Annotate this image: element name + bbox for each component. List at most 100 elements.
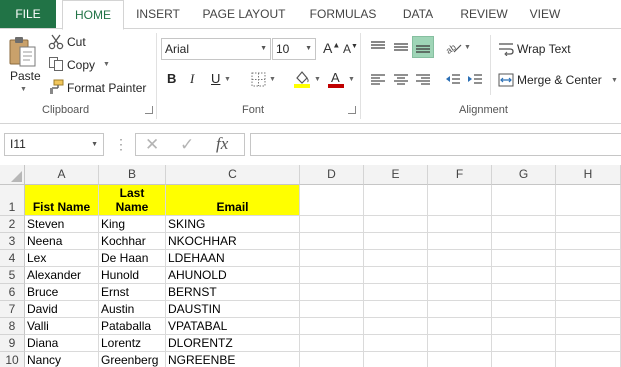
cell[interactable] <box>492 301 556 318</box>
font-size-select[interactable]: 10 ▼ <box>272 38 316 60</box>
cell-email[interactable]: NGREENBE <box>166 352 300 367</box>
cell[interactable] <box>556 318 621 335</box>
column-header-b[interactable]: B <box>99 165 166 185</box>
cell-email[interactable]: DAUSTIN <box>166 301 300 318</box>
cell-last-name[interactable]: King <box>99 216 166 233</box>
cell[interactable] <box>492 352 556 367</box>
row-header-9[interactable]: 9 <box>0 335 25 352</box>
bold-button[interactable]: B <box>167 71 176 86</box>
cell-first-name[interactable]: Steven <box>25 216 99 233</box>
cell[interactable] <box>364 301 428 318</box>
cell-first-name[interactable]: Bruce <box>25 284 99 301</box>
cell[interactable] <box>364 352 428 367</box>
increase-font-size-icon[interactable]: A▲ <box>323 40 340 56</box>
column-header-g[interactable]: G <box>492 165 556 185</box>
font-color-icon[interactable]: A <box>327 69 345 89</box>
enter-check-icon[interactable]: ✓ <box>180 135 194 155</box>
cell[interactable] <box>300 318 364 335</box>
cell[interactable] <box>364 250 428 267</box>
cell[interactable] <box>428 318 492 335</box>
row-header-1[interactable]: 1 <box>0 185 25 216</box>
cell[interactable] <box>364 267 428 284</box>
merge-center-dropdown-icon[interactable]: ▼ <box>611 77 618 84</box>
format-painter-icon[interactable] <box>48 79 64 95</box>
cell[interactable] <box>556 301 621 318</box>
cell[interactable] <box>300 250 364 267</box>
select-all-button[interactable] <box>0 165 25 185</box>
cell[interactable] <box>300 335 364 352</box>
header-cell-email[interactable]: Email <box>166 185 300 216</box>
cell-first-name[interactable]: Lex <box>25 250 99 267</box>
cell-last-name[interactable]: Kochhar <box>99 233 166 250</box>
wrap-text-button[interactable]: Wrap Text <box>517 42 571 56</box>
orientation-icon[interactable]: ab <box>444 38 462 56</box>
cell[interactable] <box>364 185 428 216</box>
cell[interactable] <box>556 284 621 301</box>
row-header-3[interactable]: 3 <box>0 233 25 250</box>
cell[interactable] <box>492 250 556 267</box>
bottom-align-icon[interactable] <box>412 36 434 58</box>
column-header-c[interactable]: C <box>166 165 300 185</box>
align-left-icon[interactable] <box>369 71 387 89</box>
column-header-d[interactable]: D <box>300 165 364 185</box>
wrap-text-icon[interactable] <box>498 41 514 57</box>
decrease-indent-icon[interactable] <box>444 71 462 89</box>
cell[interactable] <box>556 216 621 233</box>
copy-dropdown-icon[interactable]: ▼ <box>103 61 110 68</box>
tab-review[interactable]: REVIEW <box>454 0 514 29</box>
cell-email[interactable]: DLORENTZ <box>166 335 300 352</box>
italic-button[interactable]: I <box>190 71 194 87</box>
cell-first-name[interactable]: Alexander <box>25 267 99 284</box>
row-header-6[interactable]: 6 <box>0 284 25 301</box>
column-header-a[interactable]: A <box>25 165 99 185</box>
cell[interactable] <box>556 335 621 352</box>
cell[interactable] <box>556 352 621 367</box>
tab-view[interactable]: VIEW <box>522 0 568 29</box>
borders-icon[interactable] <box>250 71 266 87</box>
merge-center-icon[interactable] <box>498 72 514 88</box>
header-cell-last-name[interactable]: Last Name <box>99 185 166 216</box>
cell-email[interactable]: SKING <box>166 216 300 233</box>
cell-first-name[interactable]: Valli <box>25 318 99 335</box>
tab-page-layout[interactable]: PAGE LAYOUT <box>198 0 290 29</box>
cell[interactable] <box>364 216 428 233</box>
cell-first-name[interactable]: Nancy <box>25 352 99 367</box>
cell-last-name[interactable]: De Haan <box>99 250 166 267</box>
cell[interactable] <box>428 352 492 367</box>
cell-email[interactable]: LDEHAAN <box>166 250 300 267</box>
cell[interactable] <box>300 352 364 367</box>
underline-button[interactable]: U <box>211 71 220 86</box>
cell[interactable] <box>300 185 364 216</box>
cell-last-name[interactable]: Pataballa <box>99 318 166 335</box>
cell[interactable] <box>364 335 428 352</box>
cell[interactable] <box>428 284 492 301</box>
header-cell-first-name[interactable]: Fist Name <box>25 185 99 216</box>
cancel-icon[interactable]: ✕ <box>145 135 159 155</box>
cut-button[interactable]: Cut <box>67 35 86 49</box>
cell-email[interactable]: BERNST <box>166 284 300 301</box>
cell[interactable] <box>300 233 364 250</box>
row-header-5[interactable]: 5 <box>0 267 25 284</box>
column-header-h[interactable]: H <box>556 165 621 185</box>
decrease-font-size-icon[interactable]: A▼ <box>343 42 358 56</box>
column-header-e[interactable]: E <box>364 165 428 185</box>
increase-indent-icon[interactable] <box>466 71 484 89</box>
fill-color-icon[interactable] <box>293 69 311 89</box>
cell[interactable] <box>556 233 621 250</box>
fill-color-dropdown-icon[interactable]: ▼ <box>314 76 321 83</box>
cell[interactable] <box>300 301 364 318</box>
cell-last-name[interactable]: Hunold <box>99 267 166 284</box>
row-header-2[interactable]: 2 <box>0 216 25 233</box>
cell-first-name[interactable]: David <box>25 301 99 318</box>
align-right-icon[interactable] <box>414 71 432 89</box>
paste-icon[interactable] <box>7 34 39 70</box>
row-header-4[interactable]: 4 <box>0 250 25 267</box>
cell-last-name[interactable]: Ernst <box>99 284 166 301</box>
more-options-icon[interactable]: ⋮ <box>114 135 128 153</box>
cut-icon[interactable] <box>48 34 64 50</box>
row-header-10[interactable]: 10 <box>0 352 25 367</box>
cell[interactable] <box>364 233 428 250</box>
cell[interactable] <box>492 185 556 216</box>
cell-last-name[interactable]: Lorentz <box>99 335 166 352</box>
cell[interactable] <box>428 267 492 284</box>
